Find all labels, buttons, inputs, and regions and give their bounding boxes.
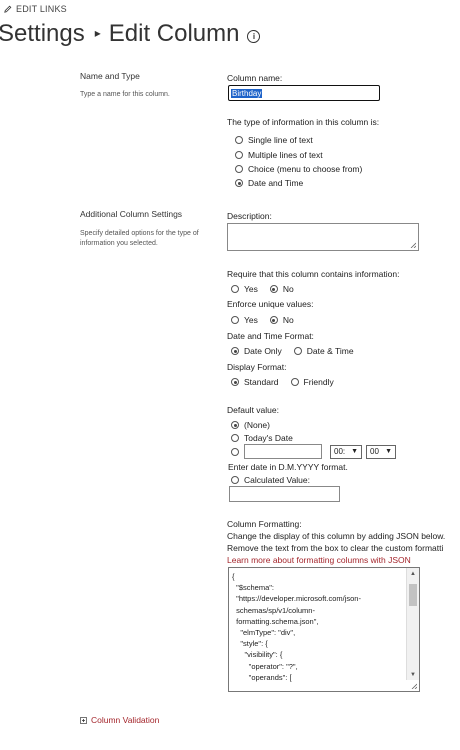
unique-yes-option[interactable]: Yes <box>231 315 258 325</box>
option-label: Date Only <box>244 346 282 356</box>
radio-unique-yes[interactable] <box>231 316 239 324</box>
default-date-row: 00: ▼ 00 ▼ <box>231 444 396 459</box>
radio-require-yes[interactable] <box>231 285 239 293</box>
display-format-label: Display Format: <box>227 362 287 372</box>
option-label: Yes <box>244 315 258 325</box>
edit-links-label: EDIT LINKS <box>16 4 67 14</box>
date-format-hint: Enter date in D.M.YYYY format. <box>228 462 348 472</box>
pencil-icon <box>4 5 12 13</box>
option-label: Yes <box>244 284 258 294</box>
radio-date-time-format[interactable] <box>293 347 302 355</box>
column-name-input[interactable]: Birthday <box>228 85 380 101</box>
option-label: Standard <box>244 377 279 387</box>
option-label: Date & Time <box>306 346 354 356</box>
chevron-down-icon: ▼ <box>351 448 358 455</box>
radio-date-time[interactable] <box>235 179 243 187</box>
json-textarea[interactable]: { "$schema": "https://developer.microsof… <box>228 567 420 692</box>
option-label: No <box>282 284 294 294</box>
radio-standard[interactable] <box>231 378 239 386</box>
format-label: Date and Time Format: <box>227 331 314 341</box>
option-label: Today's Date <box>244 433 293 443</box>
type-option-choice[interactable]: Choice (menu to choose from) <box>235 164 362 174</box>
option-label: Calculated Value: <box>244 475 310 485</box>
minute-value: 00 <box>370 447 379 456</box>
require-label: Require that this column contains inform… <box>227 269 400 279</box>
name-type-heading: Name and Type <box>80 71 140 81</box>
type-label: The type of information in this column i… <box>227 117 380 127</box>
unique-no-option[interactable]: No <box>269 315 294 325</box>
formatting-line2: Remove the text from the box to clear th… <box>227 543 444 553</box>
page-title: Settings ▸ Edit Column i <box>0 20 261 48</box>
minute-select[interactable]: 00 ▼ <box>366 444 396 459</box>
calculated-value-input[interactable] <box>229 486 340 502</box>
hour-value: 00: <box>334 447 346 456</box>
radio-multiple-lines[interactable] <box>235 151 243 159</box>
type-option-label: Multiple lines of text <box>248 150 323 160</box>
radio-default-none[interactable] <box>231 421 239 429</box>
scroll-up-icon[interactable]: ▲ <box>410 571 416 577</box>
radio-unique-no[interactable] <box>269 316 278 324</box>
radio-default-today[interactable] <box>231 434 239 442</box>
column-name-label: Column name: <box>227 73 283 83</box>
calculated-value-option[interactable]: Calculated Value: <box>231 475 310 485</box>
breadcrumb-separator: ▸ <box>94 26 101 40</box>
format-date-only-option[interactable]: Date Only <box>231 346 282 356</box>
unique-options: Yes No <box>231 315 294 325</box>
option-label: Friendly <box>303 377 334 387</box>
radio-friendly[interactable] <box>290 378 299 386</box>
type-option-single-line[interactable]: Single line of text <box>235 135 313 145</box>
require-yes-option[interactable]: Yes <box>231 284 258 294</box>
edit-links[interactable]: EDIT LINKS <box>4 4 67 14</box>
column-validation-label[interactable]: Column Validation <box>91 715 159 725</box>
radio-single-line[interactable] <box>235 136 243 144</box>
description-textarea[interactable] <box>227 223 419 251</box>
display-standard-option[interactable]: Standard <box>231 377 279 387</box>
format-options: Date Only Date & Time <box>231 346 354 356</box>
default-none-option[interactable]: (None) <box>231 420 270 430</box>
resize-handle-icon[interactable] <box>411 683 417 689</box>
description-label: Description: <box>227 211 272 221</box>
additional-heading: Additional Column Settings <box>80 209 183 219</box>
formatting-line1: Change the display of this column by add… <box>227 531 446 541</box>
type-option-label: Choice (menu to choose from) <box>248 164 363 174</box>
resize-handle-icon[interactable] <box>410 242 416 248</box>
radio-date-only[interactable] <box>231 347 239 355</box>
unique-label: Enforce unique values: <box>227 299 314 309</box>
learn-more-link[interactable]: Learn more about formatting columns with… <box>227 555 411 565</box>
chevron-down-icon: ▼ <box>385 448 392 455</box>
hour-select[interactable]: 00: ▼ <box>330 444 362 459</box>
breadcrumb-settings[interactable]: Settings <box>0 20 85 48</box>
scroll-thumb[interactable] <box>409 584 417 606</box>
type-option-label: Date and Time <box>248 178 304 188</box>
scroll-down-icon[interactable]: ▼ <box>410 672 416 678</box>
expand-icon[interactable] <box>80 716 87 724</box>
info-icon[interactable]: i <box>247 29 261 43</box>
format-date-time-option[interactable]: Date & Time <box>293 346 354 356</box>
option-label: (None) <box>244 420 270 430</box>
option-label: No <box>282 315 294 325</box>
default-date-input[interactable] <box>244 444 322 459</box>
radio-choice[interactable] <box>235 165 243 173</box>
require-options: Yes No <box>231 284 294 294</box>
require-no-option[interactable]: No <box>269 284 294 294</box>
additional-description: Specify detailed options for the type of… <box>80 230 199 247</box>
default-today-option[interactable]: Today's Date <box>231 433 293 443</box>
type-option-date-time[interactable]: Date and Time <box>235 178 303 188</box>
radio-default-date[interactable] <box>231 447 239 456</box>
default-value-label: Default value: <box>227 405 279 415</box>
json-content: { "$schema": "https://developer.microsof… <box>232 572 361 682</box>
type-option-multiple-lines[interactable]: Multiple lines of text <box>235 150 323 160</box>
radio-require-no[interactable] <box>269 285 278 293</box>
page-title-text: Edit Column <box>108 20 240 47</box>
display-friendly-option[interactable]: Friendly <box>290 377 334 387</box>
display-format-options: Standard Friendly <box>231 377 334 387</box>
column-name-value: Birthday <box>231 88 263 98</box>
json-scrollbar[interactable]: ▲ ▼ <box>406 568 419 680</box>
radio-calculated[interactable] <box>231 476 239 484</box>
type-option-label: Single line of text <box>248 135 313 145</box>
name-type-description: Type a name for this column. <box>80 91 170 98</box>
column-validation-toggle[interactable]: Column Validation <box>80 715 159 725</box>
formatting-heading: Column Formatting: <box>227 519 302 529</box>
